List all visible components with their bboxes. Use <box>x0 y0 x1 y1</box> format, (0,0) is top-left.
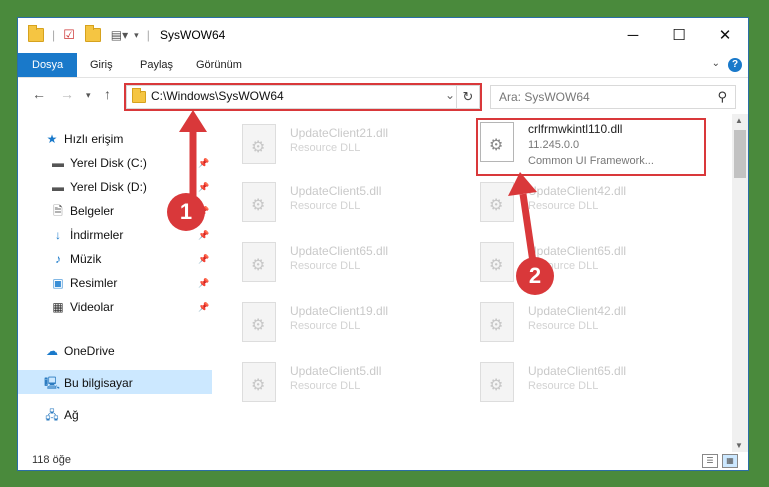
step-marker-1: 1 <box>167 193 205 231</box>
arrow-2 <box>508 172 537 263</box>
step-marker-2: 2 <box>516 257 554 295</box>
arrow-1-head <box>179 110 207 132</box>
arrow-2-shaft <box>519 193 537 263</box>
arrow-1 <box>179 110 207 196</box>
arrow-2-head <box>508 172 537 196</box>
annotation-arrows <box>179 110 537 263</box>
